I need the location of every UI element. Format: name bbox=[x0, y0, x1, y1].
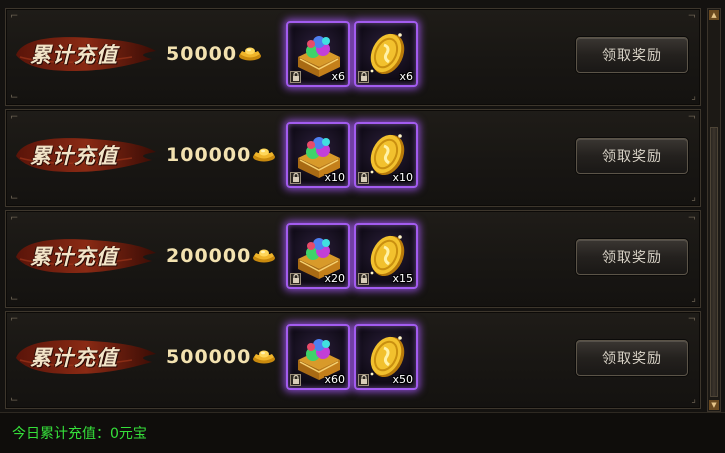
reward-row: ⌐ ¬ ⌙ ⌟ 累计充值 500000 x60 x50 领取奖励 bbox=[5, 311, 701, 409]
banner-label: 累计充值 bbox=[30, 42, 118, 67]
lock-icon bbox=[290, 273, 301, 285]
lock-icon bbox=[358, 273, 369, 285]
lock-icon bbox=[290, 71, 301, 83]
reward-item-chest[interactable]: x20 bbox=[286, 223, 350, 289]
footer-bar: 今日累计充值：0元宝 bbox=[0, 412, 725, 453]
amount-value: 100000 bbox=[166, 144, 252, 166]
claim-reward-button[interactable]: 领取奖励 bbox=[576, 138, 688, 174]
today-recharge-total: 今日累计充值：0元宝 bbox=[12, 426, 147, 442]
reward-row: ⌐ ¬ ⌙ ⌟ 累计充值 50000 x6 x6 领取奖励 bbox=[5, 8, 701, 106]
corner-ornament: ¬ bbox=[687, 112, 696, 123]
coin-quantity: x10 bbox=[392, 171, 413, 184]
lock-icon bbox=[290, 172, 301, 184]
gift-quantity: x10 bbox=[324, 171, 345, 184]
corner-ornament: ⌐ bbox=[10, 213, 19, 224]
lock-glyph-icon bbox=[361, 375, 367, 384]
reward-row: ⌐ ¬ ⌙ ⌟ 累计充值 200000 x20 x15 领取奖励 bbox=[5, 210, 701, 308]
banner-label: 累计充值 bbox=[30, 143, 118, 168]
corner-ornament: ⌙ bbox=[10, 394, 19, 405]
gift-quantity: x20 bbox=[324, 272, 345, 285]
banner-label: 累计充值 bbox=[30, 345, 118, 370]
recharge-amount: 50000 bbox=[166, 43, 262, 65]
lock-glyph-icon bbox=[293, 72, 299, 81]
reward-item-chest[interactable]: x60 bbox=[286, 324, 350, 390]
amount-value: 50000 bbox=[166, 43, 238, 65]
reward-row: ⌐ ¬ ⌙ ⌟ 累计充值 100000 x10 x10 领取奖励 bbox=[5, 109, 701, 207]
banner-label: 累计充值 bbox=[30, 244, 118, 269]
corner-ornament: ⌟ bbox=[691, 293, 696, 304]
coin-quantity: x15 bbox=[392, 272, 413, 285]
cumulative-recharge-banner: 累计充值 bbox=[12, 132, 158, 178]
coin-quantity: x6 bbox=[399, 70, 413, 83]
claim-reward-button[interactable]: 领取奖励 bbox=[576, 239, 688, 275]
reward-item-chest[interactable]: x6 bbox=[286, 21, 350, 87]
scroll-down-icon[interactable]: ▼ bbox=[709, 400, 719, 410]
cumulative-recharge-banner: 累计充值 bbox=[12, 31, 158, 77]
amount-value: 500000 bbox=[166, 346, 252, 368]
corner-ornament: ⌐ bbox=[10, 11, 19, 22]
cumulative-recharge-banner: 累计充值 bbox=[12, 334, 158, 380]
lock-glyph-icon bbox=[361, 274, 367, 283]
reward-list: ⌐ ¬ ⌙ ⌟ 累计充值 50000 x6 x6 领取奖励 ⌐ ¬ ⌙ ⌟ 累计… bbox=[0, 0, 706, 412]
corner-ornament: ¬ bbox=[687, 213, 696, 224]
lock-icon bbox=[358, 71, 369, 83]
gold-ingot-icon bbox=[253, 249, 276, 262]
corner-ornament: ¬ bbox=[687, 314, 696, 325]
corner-ornament: ⌙ bbox=[10, 192, 19, 203]
corner-ornament: ⌐ bbox=[10, 112, 19, 123]
gift-quantity: x6 bbox=[331, 70, 345, 83]
recharge-amount: 100000 bbox=[166, 144, 276, 166]
lock-icon bbox=[358, 374, 369, 386]
corner-ornament: ⌙ bbox=[10, 91, 19, 102]
gold-ingot-icon bbox=[253, 148, 276, 161]
gift-quantity: x60 bbox=[324, 373, 345, 386]
corner-ornament: ⌙ bbox=[10, 293, 19, 304]
corner-ornament: ⌟ bbox=[691, 91, 696, 102]
corner-ornament: ⌟ bbox=[691, 192, 696, 203]
recharge-amount: 200000 bbox=[166, 245, 276, 267]
lock-glyph-icon bbox=[293, 173, 299, 182]
recharge-amount: 500000 bbox=[166, 346, 276, 368]
gold-ingot-icon bbox=[239, 47, 262, 60]
corner-ornament: ⌟ bbox=[691, 394, 696, 405]
coin-quantity: x50 bbox=[392, 373, 413, 386]
amount-value: 200000 bbox=[166, 245, 252, 267]
lock-icon bbox=[358, 172, 369, 184]
reward-item-chest[interactable]: x10 bbox=[286, 122, 350, 188]
reward-item-coin[interactable]: x50 bbox=[354, 324, 418, 390]
scrollbar[interactable]: ▲ ▼ bbox=[707, 8, 721, 412]
corner-ornament: ⌐ bbox=[10, 314, 19, 325]
reward-item-coin[interactable]: x6 bbox=[354, 21, 418, 87]
lock-glyph-icon bbox=[293, 375, 299, 384]
lock-glyph-icon bbox=[293, 274, 299, 283]
lock-icon bbox=[290, 374, 301, 386]
cumulative-recharge-banner: 累计充值 bbox=[12, 233, 158, 279]
gold-ingot-icon bbox=[253, 350, 276, 363]
claim-reward-button[interactable]: 领取奖励 bbox=[576, 37, 688, 73]
reward-item-coin[interactable]: x10 bbox=[354, 122, 418, 188]
corner-ornament: ¬ bbox=[687, 11, 696, 22]
reward-item-coin[interactable]: x15 bbox=[354, 223, 418, 289]
claim-reward-button[interactable]: 领取奖励 bbox=[576, 340, 688, 376]
lock-glyph-icon bbox=[361, 72, 367, 81]
scroll-up-icon[interactable]: ▲ bbox=[709, 10, 719, 20]
lock-glyph-icon bbox=[361, 173, 367, 182]
scrollbar-thumb[interactable] bbox=[710, 127, 718, 397]
